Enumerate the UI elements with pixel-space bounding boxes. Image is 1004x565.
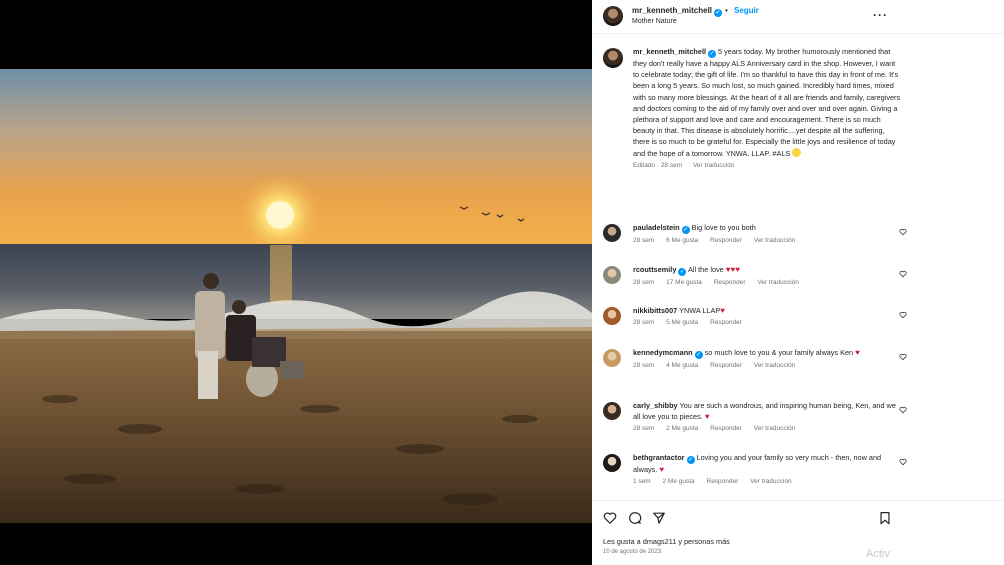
reply-button[interactable]: Responder: [710, 425, 742, 432]
send-icon[interactable]: [652, 511, 666, 525]
reply-button[interactable]: Responder: [710, 319, 742, 326]
comment-username[interactable]: pauladelstein: [633, 223, 680, 232]
comment-item: rcouttsemily ✓ All the love ♥♥♥ 28 sem 17…: [603, 264, 907, 305]
location-label[interactable]: Mother Nature: [632, 18, 677, 25]
author-username[interactable]: mr_kenneth_mitchell: [632, 6, 712, 15]
avatar[interactable]: [603, 6, 623, 26]
likes-summary[interactable]: Les gusta a dmags211 y personas más: [603, 537, 730, 546]
more-dots-icon[interactable]: ···: [873, 8, 888, 22]
comments-list: pauladelstein ✓ Big love to you both 28 s…: [603, 222, 907, 496]
comment-likes[interactable]: 17 Me gusta: [666, 279, 702, 286]
comment-likes[interactable]: 2 Me gusta: [663, 478, 695, 485]
verified-badge-icon: ✓: [686, 456, 695, 464]
red-heart-emoji-icon: ♥: [855, 348, 860, 357]
avatar[interactable]: [603, 349, 621, 367]
comment-age: 28 sem: [633, 425, 655, 432]
comment-item: carly_shibby You are such a wondrous, an…: [603, 400, 907, 452]
avatar[interactable]: [603, 402, 621, 420]
comment-text: Big love to you both: [691, 223, 756, 232]
comment-age: 28 sem: [633, 237, 655, 244]
caption-edited: Editado · 28 sem: [633, 161, 683, 169]
avatar[interactable]: [603, 224, 621, 242]
verified-badge-icon: ✓: [681, 226, 690, 234]
avatar[interactable]: [603, 454, 621, 472]
reply-button[interactable]: Responder: [714, 279, 746, 286]
os-watermark: Activ: [866, 548, 890, 560]
translate-link[interactable]: Ver traducción: [754, 425, 796, 432]
comment-text: YNWA LLAP: [679, 306, 721, 315]
heart-outline-icon[interactable]: [899, 311, 907, 319]
caption-username[interactable]: mr_kenneth_mitchell: [633, 47, 706, 56]
verified-badge-icon: ✓: [708, 50, 716, 58]
heart-outline-icon[interactable]: [899, 270, 907, 278]
comment-username[interactable]: nikkibitts007: [633, 306, 677, 315]
comment-item: pauladelstein ✓ Big love to you both 28 s…: [603, 222, 907, 264]
translate-link[interactable]: Ver traducción: [757, 279, 799, 286]
caption-text: 5 years today. My brother humorously men…: [633, 47, 901, 158]
post-photo[interactable]: [0, 69, 592, 523]
translate-link[interactable]: Ver traducción: [750, 478, 792, 485]
comment-username[interactable]: kennedymcmann: [633, 348, 693, 357]
post-media: [0, 0, 592, 565]
verified-badge-icon: ✓: [678, 268, 687, 276]
heart-outline-icon[interactable]: [603, 511, 617, 525]
verified-badge-icon: ✓: [714, 9, 723, 17]
heart-outline-icon[interactable]: [899, 458, 907, 466]
comment-item: kennedymcmann ✓ so much love to you & you…: [603, 347, 907, 400]
post-header: mr_kenneth_mitchell ✓ • Seguir Mother Nat…: [592, 0, 1004, 34]
comment-age: 28 sem: [633, 362, 655, 369]
smile-emoji-icon: [792, 147, 802, 157]
reply-button[interactable]: Responder: [710, 237, 742, 244]
comment-likes[interactable]: 6 Me gusta: [666, 237, 698, 244]
follow-button[interactable]: Seguir: [734, 6, 759, 15]
comment-age: 28 sem: [633, 279, 655, 286]
reply-button[interactable]: Responder: [707, 478, 739, 485]
sunset-beach-photo: [0, 69, 592, 523]
comment-likes[interactable]: 4 Me gusta: [666, 362, 698, 369]
comment-username[interactable]: rcouttsemily: [633, 265, 676, 274]
post-actions: Les gusta a dmags211 y personas más 10 d…: [592, 500, 1004, 565]
comment-age: 28 sem: [633, 319, 655, 326]
reply-button[interactable]: Responder: [710, 362, 742, 369]
avatar[interactable]: [603, 48, 623, 68]
red-heart-emoji-icon: ♥♥♥: [725, 265, 740, 274]
comment-icon[interactable]: [628, 511, 642, 525]
comment-item: nikkibitts007 YNWA LLAP♥ 28 sem 5 Me gus…: [603, 305, 907, 347]
avatar[interactable]: [603, 307, 621, 325]
post-date: 10 de agosto de 2023: [603, 549, 662, 555]
avatar[interactable]: [603, 266, 621, 284]
comment-username[interactable]: carly_shibby: [633, 401, 678, 410]
heart-outline-icon[interactable]: [899, 353, 907, 361]
verified-badge-icon: ✓: [694, 351, 703, 359]
comment-text: so much love to you & your family always…: [704, 348, 854, 357]
caption-translate-link[interactable]: Ver traducción: [693, 162, 735, 169]
comment-age: 1 sem: [633, 478, 651, 485]
comment-text: All the love: [688, 265, 724, 274]
comment-username[interactable]: bethgrantactor: [633, 453, 685, 462]
heart-outline-icon[interactable]: [899, 228, 907, 236]
comment-item: bethgrantactor ✓ Loving you and your fami…: [603, 452, 907, 496]
post-panel: mr_kenneth_mitchell ✓ • Seguir Mother Nat…: [592, 0, 1004, 565]
heart-outline-icon[interactable]: [899, 406, 907, 414]
comment-likes[interactable]: 2 Me gusta: [666, 425, 698, 432]
red-heart-emoji-icon: ♥: [720, 306, 725, 315]
translate-link[interactable]: Ver traducción: [754, 237, 796, 244]
bookmark-icon[interactable]: [878, 511, 892, 525]
comment-likes[interactable]: 5 Me gusta: [666, 319, 698, 326]
red-heart-emoji-icon: ♥: [704, 412, 710, 421]
red-heart-emoji-icon: ♥: [659, 465, 665, 474]
separator-dot: •: [725, 6, 728, 15]
translate-link[interactable]: Ver traducción: [754, 362, 796, 369]
post-caption: mr_kenneth_mitchell ✓ 5 years today. My b…: [603, 46, 903, 169]
